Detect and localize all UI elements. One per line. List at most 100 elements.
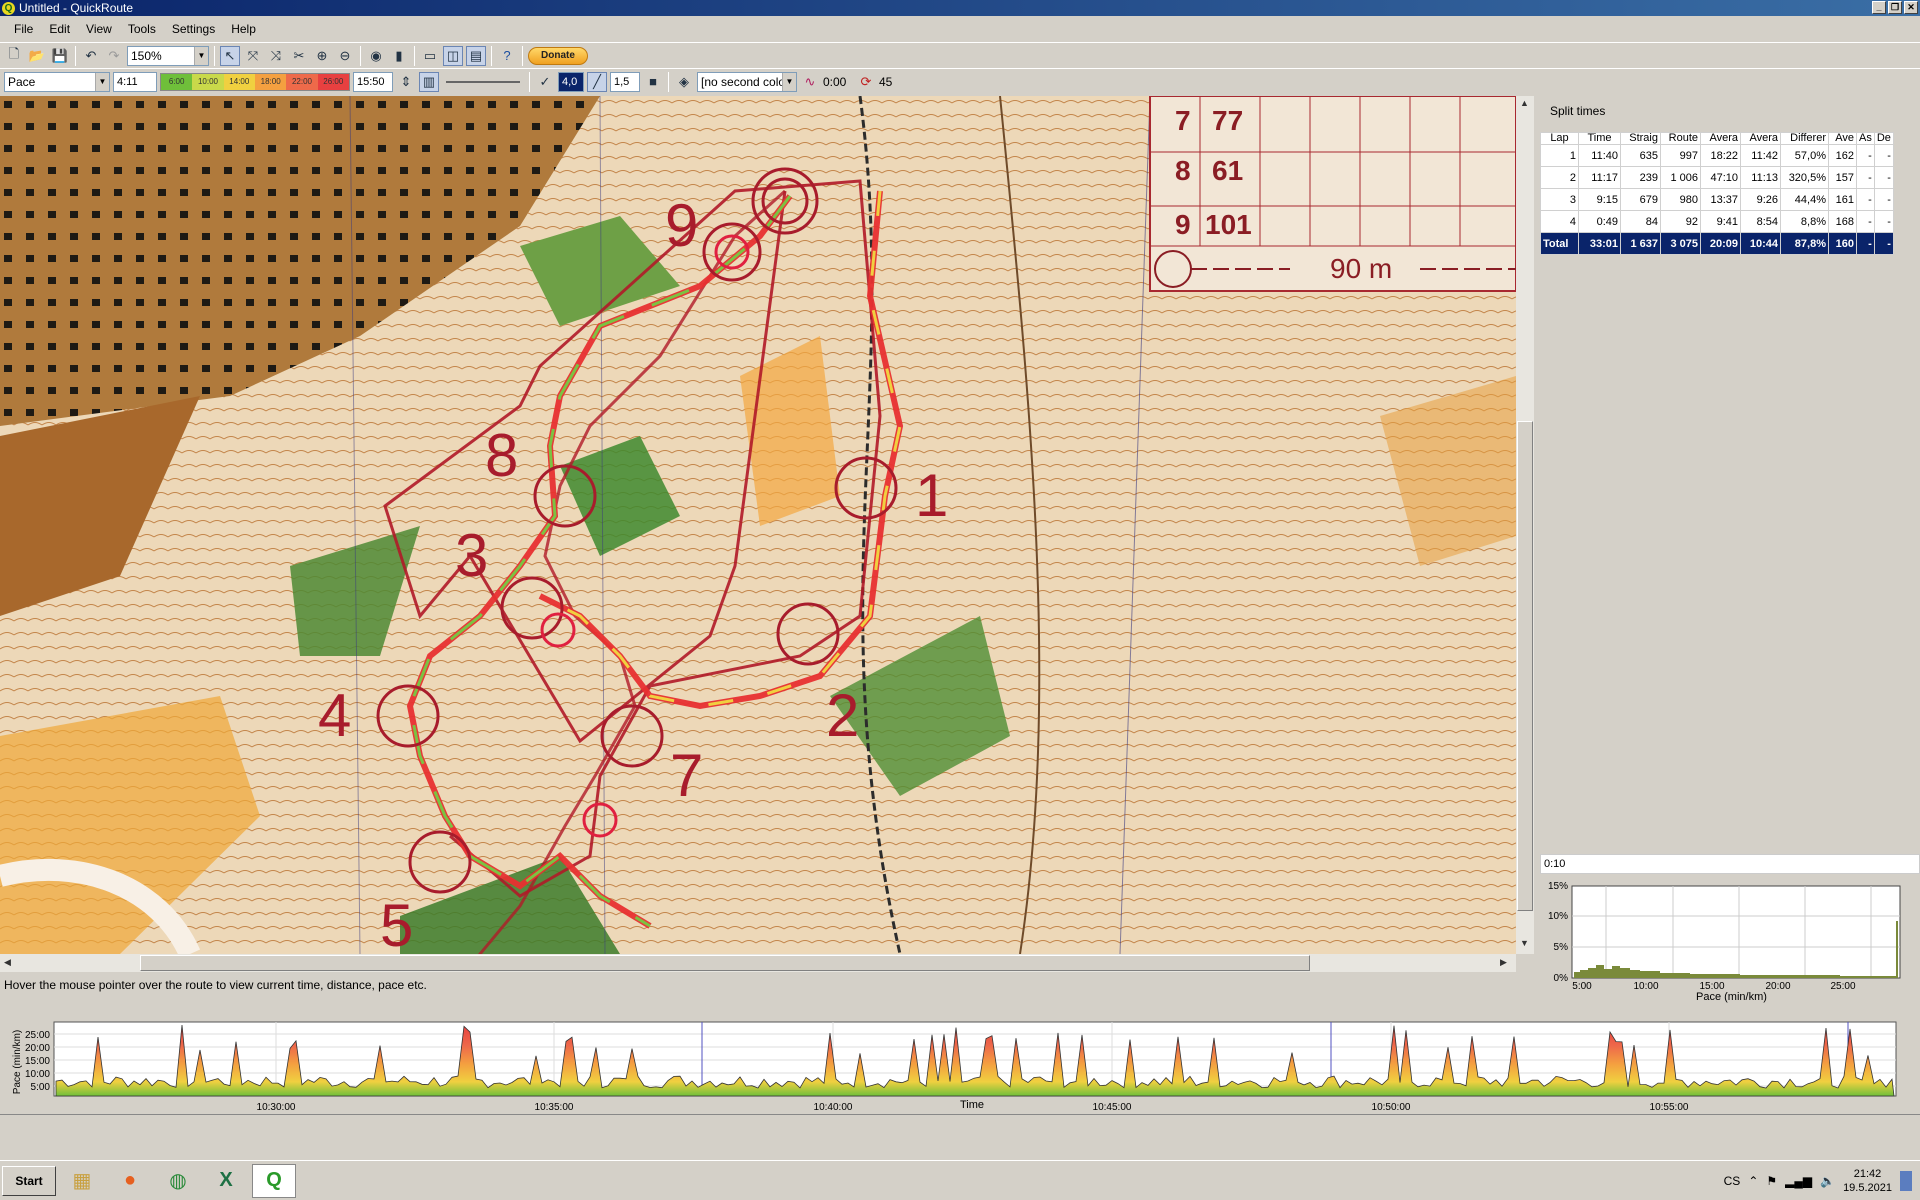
y-tick-label: 20:00 <box>25 1043 50 1054</box>
min-value-field[interactable]: 4:11 <box>113 71 157 92</box>
firefox-icon[interactable]: ● <box>108 1164 152 1198</box>
layout-map-icon[interactable]: ▭ <box>420 46 440 66</box>
donate-button[interactable]: Donate <box>528 46 588 65</box>
map-horizontal-scrollbar[interactable]: ◀ ▶ <box>0 954 1516 972</box>
scroll-left-icon[interactable]: ◀ <box>4 957 11 968</box>
column-header[interactable]: Straig <box>1620 132 1661 145</box>
zoom-value: 150% <box>131 48 162 63</box>
smoothing-icon[interactable]: ⟳ <box>856 72 876 92</box>
zoom-out-icon[interactable]: ⊖ <box>335 46 355 66</box>
laps-icon[interactable]: ▮ <box>389 46 409 66</box>
time-offset-icon[interactable]: ∿ <box>800 72 820 92</box>
y-tick-label: 5:00 <box>31 1082 51 1093</box>
column-header[interactable]: Route <box>1660 132 1701 145</box>
scroll-right-icon[interactable]: ▶ <box>1500 957 1507 968</box>
scroll-up-icon[interactable]: ▲ <box>1520 98 1529 108</box>
scroll-thumb[interactable] <box>1517 421 1533 911</box>
border-color-icon[interactable]: ■ <box>643 72 663 92</box>
column-header[interactable]: As <box>1856 132 1875 145</box>
table-row[interactable]: 3 9:15 679 980 13:37 9:26 44,4% 161- - <box>1540 188 1894 211</box>
layout-graph-icon[interactable]: ▤ <box>466 45 486 66</box>
map-readability-icon[interactable]: ✓ <box>535 72 555 92</box>
clock[interactable]: 21:42 19.5.2021 <box>1843 1167 1892 1195</box>
table-row[interactable]: 2 11:17 239 1 006 47:10 11:13 320,5% 157- - <box>1540 166 1894 189</box>
transparency-field[interactable]: 4,0 <box>558 71 584 92</box>
pace-line-graph[interactable]: 25:00 20:00 15:00 10:00 5:00 10:30:00 10… <box>0 1010 1920 1114</box>
line-width-slider[interactable] <box>446 80 520 83</box>
undo-icon[interactable]: ↶ <box>81 46 101 66</box>
x-tick-label: 10:35:00 <box>535 1102 574 1113</box>
color-adjust-icon[interactable]: ▥ <box>419 71 439 92</box>
menu-tools[interactable]: Tools <box>120 22 164 36</box>
table-row[interactable]: 1 11:40 635 997 18:22 11:42 57,0% 162- - <box>1540 144 1894 167</box>
help-icon[interactable]: ? <box>497 46 517 66</box>
close-button[interactable]: ✕ <box>1904 1 1918 14</box>
map-canvas[interactable]: 7 77 8 61 9 101 90 m 1 2 3 4 5 7 8 9 <box>0 96 1516 954</box>
chrome-icon[interactable]: ◍ <box>156 1164 200 1198</box>
color-property-select[interactable]: Pace ▼ <box>4 71 110 92</box>
column-header[interactable]: Avera <box>1700 132 1741 145</box>
column-header[interactable]: Time <box>1578 132 1621 145</box>
menu-bar: File Edit View Tools Settings Help <box>0 18 1920 40</box>
minimize-button[interactable]: _ <box>1872 1 1886 14</box>
auto-range-icon[interactable]: ⇕ <box>396 72 416 92</box>
redo-icon[interactable]: ↷ <box>104 46 124 66</box>
show-desktop-icon[interactable] <box>1900 1171 1912 1191</box>
menu-view[interactable]: View <box>78 22 120 36</box>
zoom-select[interactable]: 150% ▼ <box>127 45 209 66</box>
time-offset-value[interactable]: 0:00 <box>823 75 853 89</box>
column-header[interactable]: Avera <box>1740 132 1781 145</box>
excel-icon[interactable]: X <box>204 1164 248 1198</box>
menu-settings[interactable]: Settings <box>164 22 223 36</box>
pointer-tool-icon[interactable]: ↖ <box>220 45 240 66</box>
y-tick-label: 5% <box>1554 942 1569 953</box>
menu-help[interactable]: Help <box>223 22 264 36</box>
cut-route-icon[interactable]: ✂ <box>289 46 309 66</box>
scale-label: 10:00 <box>192 73 224 90</box>
table-cell: 11:40 <box>1578 144 1621 167</box>
zoom-in-icon[interactable]: ⊕ <box>312 46 332 66</box>
column-header[interactable]: Lap <box>1540 132 1579 145</box>
second-color-select[interactable]: [no second color ▼ <box>697 71 797 92</box>
color-range-scale[interactable]: 6:00 10:00 14:00 18:00 22:00 26:00 <box>160 72 350 91</box>
menu-file[interactable]: File <box>6 22 41 36</box>
width-field[interactable]: 1,5 <box>610 71 640 92</box>
table-row[interactable]: 4 0:49 84 92 9:41 8:54 8,8% 168- - <box>1540 210 1894 233</box>
volume-icon[interactable]: 🔈 <box>1820 1174 1835 1188</box>
menu-edit[interactable]: Edit <box>41 22 78 36</box>
open-folder-icon[interactable]: 📂 <box>27 46 47 66</box>
column-header[interactable]: De <box>1873 132 1894 145</box>
scroll-thumb[interactable] <box>140 955 1310 971</box>
restore-button[interactable]: ❐ <box>1888 1 1902 14</box>
layout-split-icon[interactable]: ◫ <box>443 45 463 66</box>
tray-expand-icon[interactable]: ⌃ <box>1748 1174 1758 1188</box>
legend-control-code: 77 <box>1212 105 1243 136</box>
total-row[interactable]: Total 33:01 1 637 3 075 20:09 10:44 87,8% 160- - <box>1540 232 1894 255</box>
quickroute-taskbar-icon[interactable]: Q <box>252 1163 296 1198</box>
network-icon[interactable]: ▂▄▆ <box>1785 1174 1812 1188</box>
table-cell: 11:17 <box>1578 166 1621 189</box>
map-vertical-scrollbar[interactable]: ▲ ▼ <box>1516 96 1534 954</box>
route-line-icon[interactable]: ╱ <box>587 71 607 92</box>
column-header[interactable]: Ave <box>1828 132 1857 145</box>
y-tick-label: 15:00 <box>25 1056 50 1067</box>
max-value-field[interactable]: 15:50 <box>353 71 393 92</box>
save-icon[interactable]: 💾 <box>50 46 70 66</box>
table-cell: 1 <box>1540 144 1579 167</box>
globe-icon[interactable]: ◉ <box>366 46 386 66</box>
adjust-route-icon[interactable]: ⤧ <box>243 46 263 66</box>
file-explorer-icon[interactable]: ▦ <box>60 1164 104 1198</box>
start-button[interactable]: Start <box>2 1165 56 1196</box>
second-color-icon[interactable]: ◈ <box>674 72 694 92</box>
flag-icon[interactable]: ⚑ <box>1766 1174 1777 1188</box>
split-times-table[interactable]: Lap Time Straig Route Avera Avera Differ… <box>1540 132 1894 255</box>
control-number: 7 <box>670 742 703 809</box>
column-header[interactable]: Differer <box>1780 132 1829 145</box>
new-file-icon[interactable]: 🗋 <box>4 46 24 66</box>
smoothing-value[interactable]: 45 <box>879 75 892 89</box>
histogram-interval-field[interactable]: 0:10 <box>1540 854 1920 874</box>
chevron-down-icon: ▼ <box>95 72 109 91</box>
zoom-route-icon[interactable]: ⤨ <box>266 46 286 66</box>
language-indicator[interactable]: CS <box>1724 1174 1741 1188</box>
scroll-down-icon[interactable]: ▼ <box>1520 938 1529 948</box>
